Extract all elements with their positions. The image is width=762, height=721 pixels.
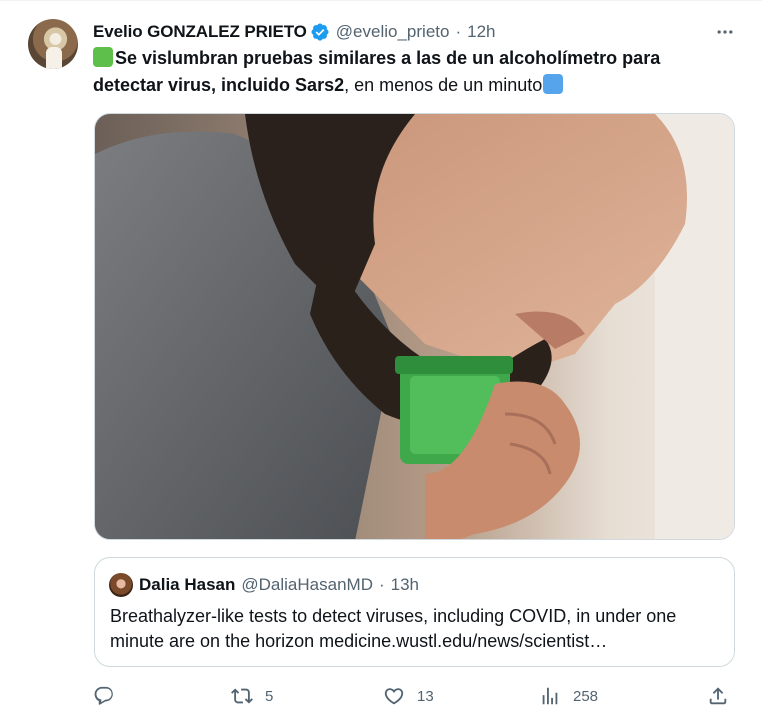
author-handle[interactable]: @evelio_prieto	[336, 22, 450, 42]
tweet-text: Se vislumbran pruebas similares a las de…	[93, 45, 733, 99]
retweet-count: 5	[265, 687, 274, 705]
like-button[interactable]: 13	[383, 681, 434, 711]
share-upload-icon	[709, 687, 727, 705]
quoted-tweet[interactable]: Dalia Hasan @DaliaHasanMD · 13h Breathal…	[94, 557, 735, 667]
like-count: 13	[417, 687, 434, 705]
quoted-tweet-time[interactable]: 13h	[391, 575, 419, 595]
quoted-author-avatar[interactable]	[109, 573, 133, 597]
verified-badge-icon	[311, 23, 329, 41]
reply-button[interactable]	[93, 681, 127, 711]
author-name[interactable]: Evelio GONZALEZ PRIETO	[93, 22, 307, 42]
tweet-actions: 5 13 258	[93, 681, 733, 711]
green-square-emoji-icon	[93, 47, 113, 67]
tweet-text-rest: , en menos de un minuto	[344, 75, 543, 95]
retweet-icon	[231, 688, 253, 704]
blue-square-emoji-icon	[543, 74, 564, 94]
author-avatar[interactable]	[28, 19, 78, 69]
reply-icon	[94, 686, 113, 705]
quoted-tweet-text: Breathalyzer-like tests to detect viruse…	[110, 606, 677, 651]
separator-dot: ·	[455, 22, 462, 41]
views-button[interactable]: 258	[539, 681, 598, 711]
tweet-time[interactable]: 12h	[467, 22, 495, 42]
tweet-header: Evelio GONZALEZ PRIETO @evelio_prieto · …	[93, 19, 496, 45]
views-chart-icon	[542, 687, 558, 705]
photo-illustration	[95, 114, 734, 539]
tweet-media-image[interactable]	[94, 113, 735, 540]
share-button[interactable]	[707, 681, 729, 711]
tweet[interactable]: Evelio GONZALEZ PRIETO @evelio_prieto · …	[0, 0, 762, 721]
quoted-tweet-header: Dalia Hasan @DaliaHasanMD · 13h	[139, 573, 419, 597]
more-options-button[interactable]	[714, 21, 736, 43]
more-dots-icon	[717, 30, 733, 34]
retweet-button[interactable]: 5	[231, 681, 273, 711]
quoted-author-name[interactable]: Dalia Hasan	[139, 575, 235, 595]
views-count: 258	[573, 687, 599, 705]
quoted-author-handle[interactable]: @DaliaHasanMD	[241, 575, 373, 595]
heart-icon	[384, 688, 404, 705]
quoted-separator-dot: ·	[378, 575, 385, 594]
